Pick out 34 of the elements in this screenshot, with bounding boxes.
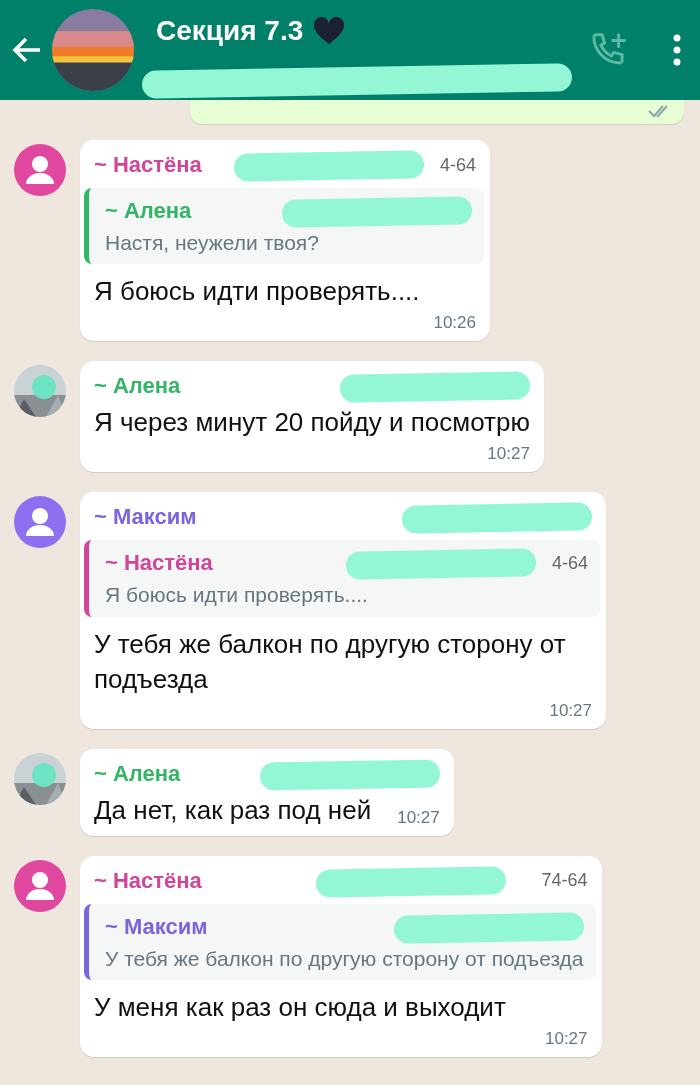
avatar-icon[interactable]	[14, 859, 66, 912]
message-time: 10:27	[545, 1029, 588, 1050]
message-text: У меня как раз он сюда и выходит	[94, 991, 507, 1025]
quoted-message[interactable]: ~ Алена Настя, неужели твоя?	[84, 188, 484, 265]
quoted-message[interactable]: ~ Настёна 4-64 Я боюсь идти проверять....	[84, 540, 600, 617]
sender-name[interactable]: ~ Алена	[94, 373, 181, 400]
read-check-icon	[648, 104, 670, 118]
heart-icon	[313, 17, 346, 45]
sender-name: ~ Максим	[105, 913, 208, 940]
quoted-text: Я боюсь идти проверять....	[105, 582, 369, 609]
message-text: Да нет, как раз под ней	[94, 793, 372, 827]
phone-number: 4-64	[439, 154, 476, 176]
quoted-text: Настя, неужели твоя?	[105, 230, 320, 256]
sender-name[interactable]: ~ Настёна	[94, 867, 202, 894]
message-text: Я через минут 20 пойду и посмотрю	[94, 406, 530, 440]
menu-icon[interactable]	[672, 33, 682, 67]
message-time: 10:27	[549, 700, 592, 721]
phone-number: 74-64	[541, 870, 588, 892]
sender-name[interactable]: ~ Алена	[94, 760, 181, 787]
quoted-message[interactable]: ~ Максим У тебя же балкон по другую сторону от подъезда	[84, 903, 596, 981]
message-time: 10:26	[433, 313, 476, 334]
sender-name: ~ Алена	[105, 198, 192, 224]
quoted-text: У тебя же балкон по другую сторону от подъезда	[105, 945, 584, 972]
sender-name[interactable]: ~ Настёна	[94, 152, 202, 178]
message-time: 10:27	[397, 807, 440, 828]
phone-number: 4-64	[551, 552, 588, 574]
message-time: 10:27	[487, 444, 530, 465]
sender-name: ~ Настёна	[105, 550, 213, 577]
chat-title[interactable]: Секция 7.3	[156, 15, 304, 47]
avatar-icon[interactable]	[14, 144, 66, 196]
message-text: У тебя же балкон по другую сторону от подъезда	[94, 627, 567, 696]
avatar-icon[interactable]	[14, 496, 66, 549]
sender-name[interactable]: ~ Максим	[94, 504, 197, 531]
message-text: Я боюсь идти проверять....	[94, 275, 421, 309]
